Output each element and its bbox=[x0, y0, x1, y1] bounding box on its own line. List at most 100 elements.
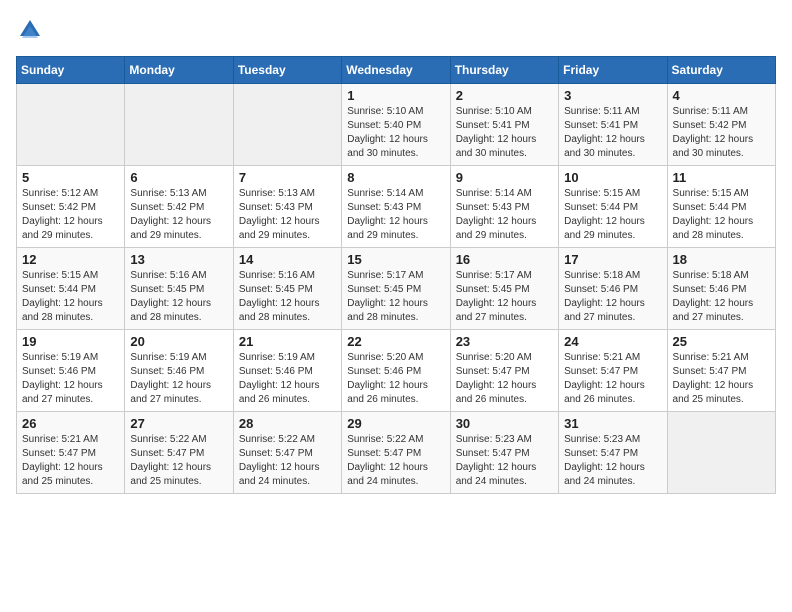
day-info: Sunrise: 5:16 AMSunset: 5:45 PMDaylight:… bbox=[239, 269, 336, 325]
calendar-cell: 30 Sunrise: 5:23 AMSunset: 5:47 PMDayligh… bbox=[450, 412, 558, 494]
day-info: Sunrise: 5:22 AMSunset: 5:47 PMDaylight:… bbox=[130, 433, 227, 489]
day-info: Sunrise: 5:15 AMSunset: 5:44 PMDaylight:… bbox=[22, 269, 119, 325]
week-row-2: 12Sunrise: 5:15 AMSunset: 5:44 PMDayligh… bbox=[17, 248, 776, 330]
day-info: Sunrise: 5:19 AMSunset: 5:46 PMDaylight:… bbox=[22, 351, 119, 407]
logo-icon bbox=[16, 16, 44, 44]
day-info: Sunrise: 5:22 AMSunset: 5:47 PMDaylight:… bbox=[239, 433, 336, 489]
day-number: 7 bbox=[239, 170, 336, 185]
day-number: 31 bbox=[564, 416, 661, 431]
day-info: Sunrise: 5:13 AMSunset: 5:42 PMDaylight:… bbox=[130, 187, 227, 243]
day-header-sunday: Sunday bbox=[17, 57, 125, 84]
day-number: 25 bbox=[673, 334, 770, 349]
day-number: 22 bbox=[347, 334, 444, 349]
calendar-cell: 6 Sunrise: 5:13 AMSunset: 5:42 PMDaylight… bbox=[125, 166, 233, 248]
day-number: 5 bbox=[22, 170, 119, 185]
day-info: Sunrise: 5:11 AMSunset: 5:41 PMDaylight:… bbox=[564, 105, 661, 161]
calendar-cell bbox=[233, 84, 341, 166]
calendar-cell: 26 Sunrise: 5:21 AMSunset: 5:47 PMDayligh… bbox=[17, 412, 125, 494]
calendar-cell: 14 Sunrise: 5:16 AMSunset: 5:45 PMDayligh… bbox=[233, 248, 341, 330]
day-number: 4 bbox=[673, 88, 770, 103]
day-number: 2 bbox=[456, 88, 553, 103]
day-info: Sunrise: 5:19 AMSunset: 5:46 PMDaylight:… bbox=[130, 351, 227, 407]
day-info: Sunrise: 5:16 AMSunset: 5:45 PMDaylight:… bbox=[130, 269, 227, 325]
day-info: Sunrise: 5:22 AMSunset: 5:47 PMDaylight:… bbox=[347, 433, 444, 489]
day-info: Sunrise: 5:18 AMSunset: 5:46 PMDaylight:… bbox=[673, 269, 770, 325]
day-info: Sunrise: 5:21 AMSunset: 5:47 PMDaylight:… bbox=[673, 351, 770, 407]
calendar-cell: 5 Sunrise: 5:12 AMSunset: 5:42 PMDaylight… bbox=[17, 166, 125, 248]
day-number: 23 bbox=[456, 334, 553, 349]
day-number: 17 bbox=[564, 252, 661, 267]
calendar-cell: 28 Sunrise: 5:22 AMSunset: 5:47 PMDayligh… bbox=[233, 412, 341, 494]
calendar-table: SundayMondayTuesdayWednesdayThursdayFrid… bbox=[16, 56, 776, 494]
calendar-cell: 1 Sunrise: 5:10 AMSunset: 5:40 PMDaylight… bbox=[342, 84, 450, 166]
calendar-cell: 15Sunrise: 5:17 AMSunset: 5:45 PMDayligh… bbox=[342, 248, 450, 330]
day-number: 20 bbox=[130, 334, 227, 349]
day-info: Sunrise: 5:10 AMSunset: 5:40 PMDaylight:… bbox=[347, 105, 444, 161]
day-info: Sunrise: 5:15 AMSunset: 5:44 PMDaylight:… bbox=[564, 187, 661, 243]
day-info: Sunrise: 5:14 AMSunset: 5:43 PMDaylight:… bbox=[456, 187, 553, 243]
day-info: Sunrise: 5:14 AMSunset: 5:43 PMDaylight:… bbox=[347, 187, 444, 243]
calendar-cell: 25 Sunrise: 5:21 AMSunset: 5:47 PMDayligh… bbox=[667, 330, 775, 412]
calendar-cell: 2 Sunrise: 5:10 AMSunset: 5:41 PMDaylight… bbox=[450, 84, 558, 166]
day-info: Sunrise: 5:10 AMSunset: 5:41 PMDaylight:… bbox=[456, 105, 553, 161]
day-info: Sunrise: 5:11 AMSunset: 5:42 PMDaylight:… bbox=[673, 105, 770, 161]
day-number: 30 bbox=[456, 416, 553, 431]
day-number: 21 bbox=[239, 334, 336, 349]
day-number: 6 bbox=[130, 170, 227, 185]
day-info: Sunrise: 5:23 AMSunset: 5:47 PMDaylight:… bbox=[456, 433, 553, 489]
day-header-friday: Friday bbox=[559, 57, 667, 84]
week-row-1: 5 Sunrise: 5:12 AMSunset: 5:42 PMDaylight… bbox=[17, 166, 776, 248]
calendar-cell: 8 Sunrise: 5:14 AMSunset: 5:43 PMDaylight… bbox=[342, 166, 450, 248]
header bbox=[16, 16, 776, 44]
day-info: Sunrise: 5:12 AMSunset: 5:42 PMDaylight:… bbox=[22, 187, 119, 243]
calendar-cell: 19 Sunrise: 5:19 AMSunset: 5:46 PMDayligh… bbox=[17, 330, 125, 412]
day-number: 14 bbox=[239, 252, 336, 267]
week-row-3: 19 Sunrise: 5:19 AMSunset: 5:46 PMDayligh… bbox=[17, 330, 776, 412]
day-header-tuesday: Tuesday bbox=[233, 57, 341, 84]
day-info: Sunrise: 5:13 AMSunset: 5:43 PMDaylight:… bbox=[239, 187, 336, 243]
days-header-row: SundayMondayTuesdayWednesdayThursdayFrid… bbox=[17, 57, 776, 84]
calendar-cell: 27 Sunrise: 5:22 AMSunset: 5:47 PMDayligh… bbox=[125, 412, 233, 494]
logo bbox=[16, 16, 46, 44]
day-number: 11 bbox=[673, 170, 770, 185]
calendar-cell: 9Sunrise: 5:14 AMSunset: 5:43 PMDaylight… bbox=[450, 166, 558, 248]
calendar-cell: 7 Sunrise: 5:13 AMSunset: 5:43 PMDaylight… bbox=[233, 166, 341, 248]
calendar-cell: 4 Sunrise: 5:11 AMSunset: 5:42 PMDaylight… bbox=[667, 84, 775, 166]
day-number: 3 bbox=[564, 88, 661, 103]
week-row-0: 1 Sunrise: 5:10 AMSunset: 5:40 PMDaylight… bbox=[17, 84, 776, 166]
day-info: Sunrise: 5:20 AMSunset: 5:46 PMDaylight:… bbox=[347, 351, 444, 407]
day-header-thursday: Thursday bbox=[450, 57, 558, 84]
calendar-cell: 13 Sunrise: 5:16 AMSunset: 5:45 PMDayligh… bbox=[125, 248, 233, 330]
day-info: Sunrise: 5:15 AMSunset: 5:44 PMDaylight:… bbox=[673, 187, 770, 243]
calendar-cell: 11 Sunrise: 5:15 AMSunset: 5:44 PMDayligh… bbox=[667, 166, 775, 248]
calendar-cell: 23 Sunrise: 5:20 AMSunset: 5:47 PMDayligh… bbox=[450, 330, 558, 412]
day-number: 1 bbox=[347, 88, 444, 103]
day-number: 26 bbox=[22, 416, 119, 431]
calendar-cell bbox=[17, 84, 125, 166]
calendar-cell: 22 Sunrise: 5:20 AMSunset: 5:46 PMDayligh… bbox=[342, 330, 450, 412]
day-info: Sunrise: 5:17 AMSunset: 5:45 PMDaylight:… bbox=[456, 269, 553, 325]
day-number: 10 bbox=[564, 170, 661, 185]
day-number: 8 bbox=[347, 170, 444, 185]
day-number: 28 bbox=[239, 416, 336, 431]
calendar-cell: 21Sunrise: 5:19 AMSunset: 5:46 PMDayligh… bbox=[233, 330, 341, 412]
calendar-cell: 17 Sunrise: 5:18 AMSunset: 5:46 PMDayligh… bbox=[559, 248, 667, 330]
day-number: 13 bbox=[130, 252, 227, 267]
calendar-cell: 31 Sunrise: 5:23 AMSunset: 5:47 PMDayligh… bbox=[559, 412, 667, 494]
calendar-cell: 10 Sunrise: 5:15 AMSunset: 5:44 PMDayligh… bbox=[559, 166, 667, 248]
day-number: 24 bbox=[564, 334, 661, 349]
calendar-cell: 16Sunrise: 5:17 AMSunset: 5:45 PMDayligh… bbox=[450, 248, 558, 330]
calendar-cell bbox=[667, 412, 775, 494]
day-info: Sunrise: 5:18 AMSunset: 5:46 PMDaylight:… bbox=[564, 269, 661, 325]
day-number: 29 bbox=[347, 416, 444, 431]
day-number: 15 bbox=[347, 252, 444, 267]
day-number: 19 bbox=[22, 334, 119, 349]
day-number: 27 bbox=[130, 416, 227, 431]
calendar-cell: 29 Sunrise: 5:22 AMSunset: 5:47 PMDayligh… bbox=[342, 412, 450, 494]
day-info: Sunrise: 5:23 AMSunset: 5:47 PMDaylight:… bbox=[564, 433, 661, 489]
day-info: Sunrise: 5:21 AMSunset: 5:47 PMDaylight:… bbox=[22, 433, 119, 489]
day-header-monday: Monday bbox=[125, 57, 233, 84]
calendar-cell: 3 Sunrise: 5:11 AMSunset: 5:41 PMDaylight… bbox=[559, 84, 667, 166]
day-info: Sunrise: 5:20 AMSunset: 5:47 PMDaylight:… bbox=[456, 351, 553, 407]
calendar-cell bbox=[125, 84, 233, 166]
